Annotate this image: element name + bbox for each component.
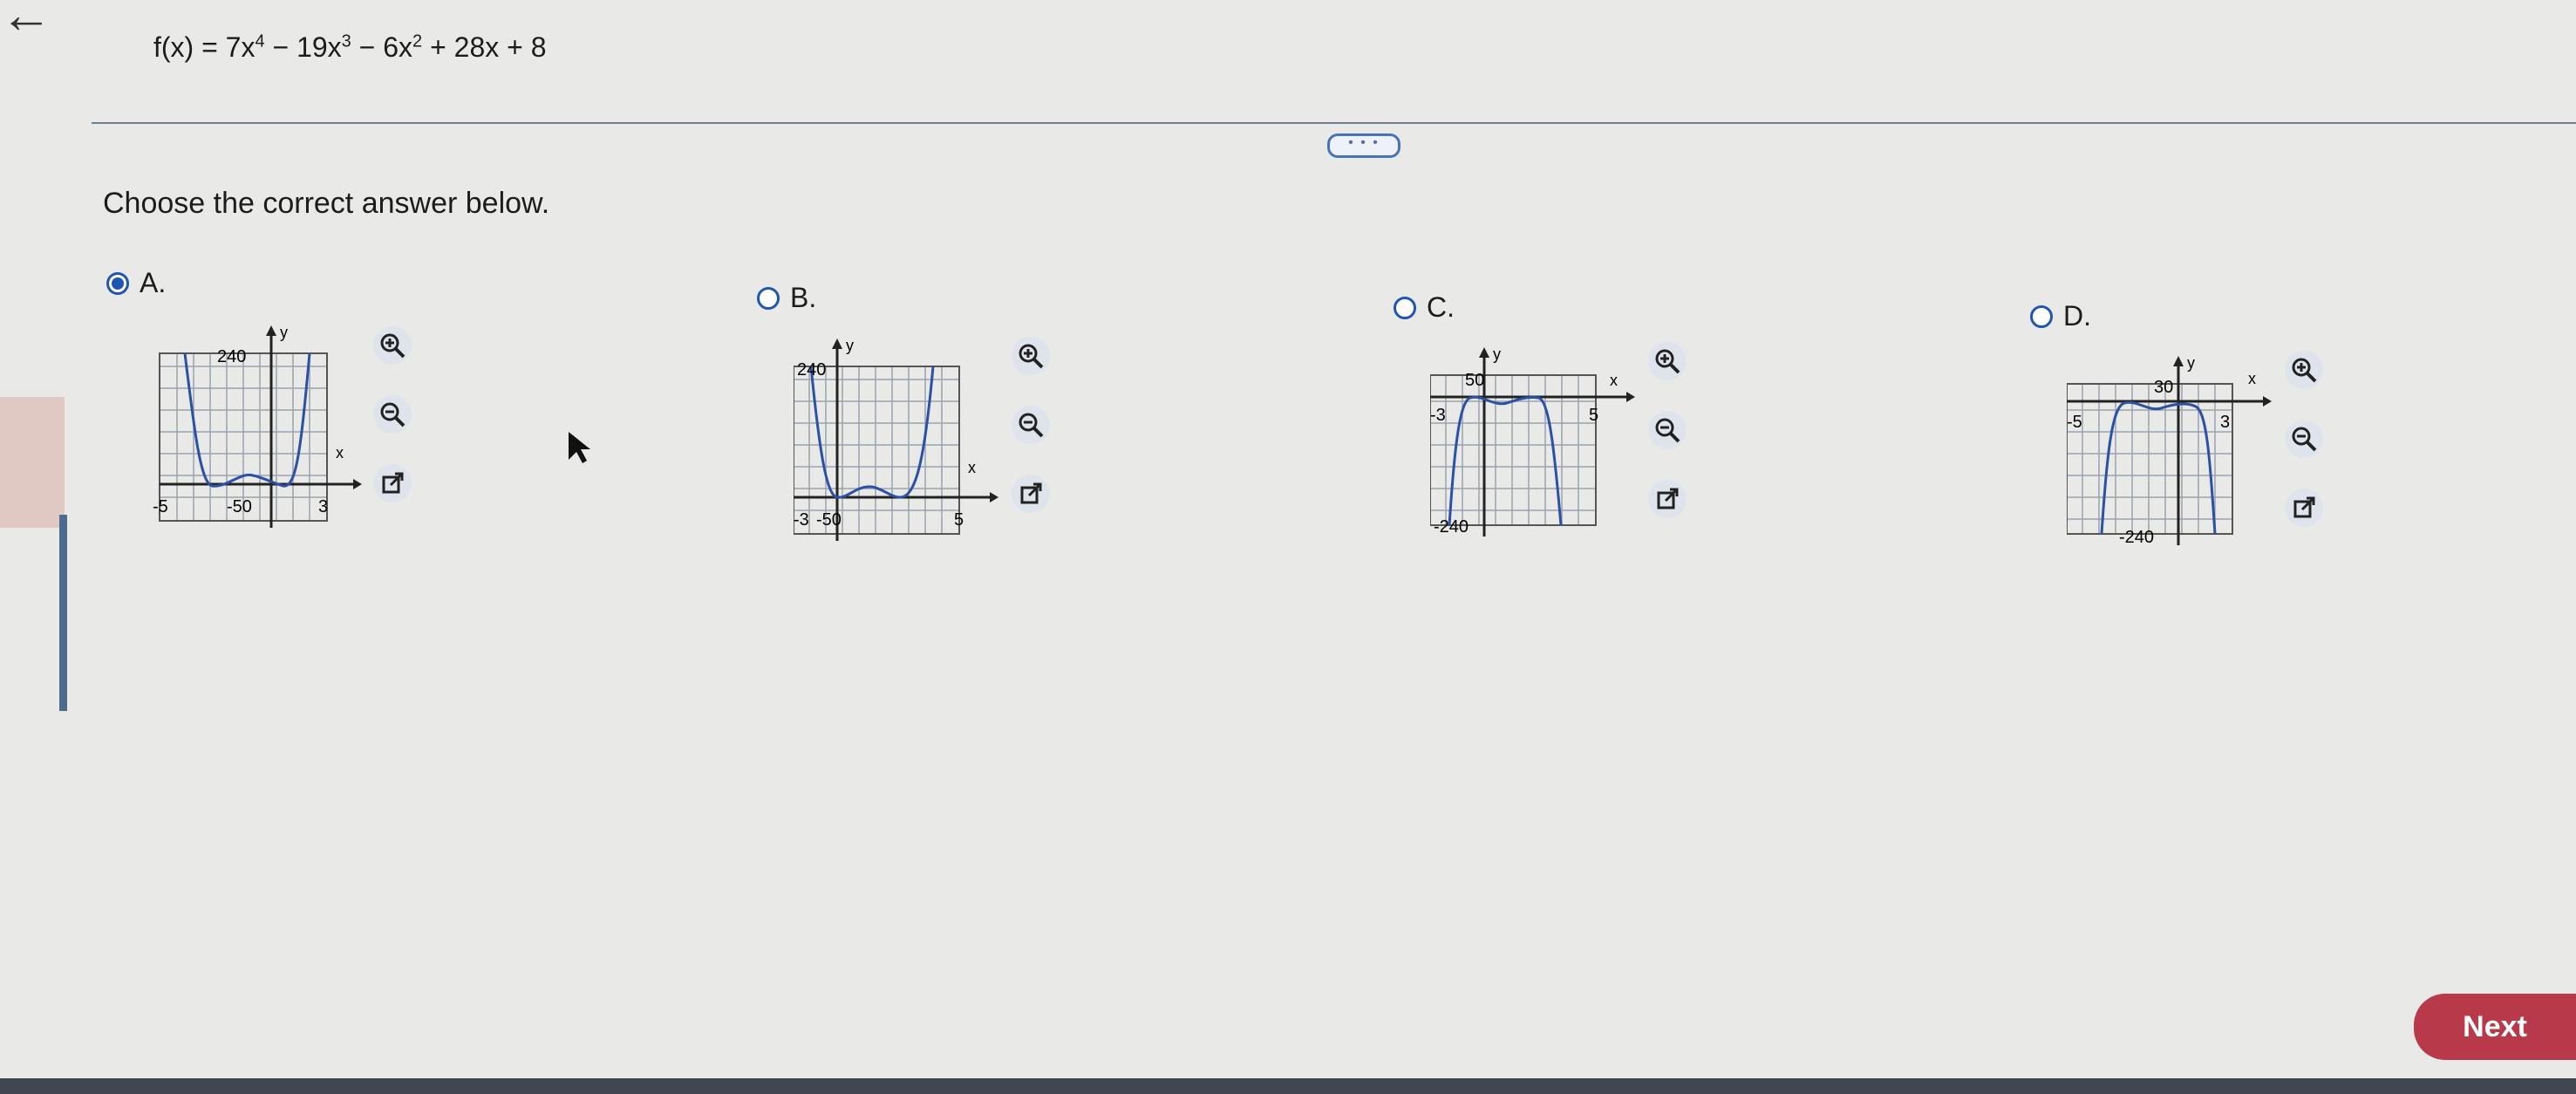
divider — [92, 122, 2576, 124]
zoom-out-icon[interactable] — [1648, 411, 1687, 449]
zoom-out-icon[interactable] — [1012, 406, 1050, 444]
y-max-label: 30 — [2154, 378, 2173, 397]
zoom-in-icon[interactable] — [2285, 351, 2323, 389]
y-min-label: -240 — [1434, 517, 1469, 537]
open-new-window-icon[interactable] — [2285, 489, 2323, 527]
expand-handle[interactable]: • • • — [1327, 133, 1400, 158]
x-axis-label: x — [2248, 370, 2256, 387]
graph-c: y 50 -240 -3 5 x — [1430, 345, 1635, 537]
side-accent — [0, 397, 65, 528]
radio-button-b[interactable] — [757, 286, 780, 310]
option-a[interactable]: A. — [106, 267, 166, 299]
option-label: A. — [140, 267, 167, 298]
option-b[interactable]: B. — [757, 282, 816, 314]
x-axis-label: x — [968, 459, 976, 476]
open-new-window-icon[interactable] — [373, 464, 412, 503]
tools-a — [373, 326, 412, 503]
side-bar — [59, 515, 67, 711]
graph-a: y 240 -50 -5 3 x — [153, 324, 362, 528]
open-new-window-icon[interactable] — [1648, 480, 1687, 518]
option-label: B. — [790, 282, 817, 313]
radio-button-a[interactable] — [106, 271, 129, 295]
y-axis-label: y — [846, 337, 854, 354]
zoom-out-icon[interactable] — [373, 395, 412, 434]
x-axis-label: x — [1610, 372, 1618, 389]
x-min-label: -5 — [2067, 413, 2082, 432]
open-new-window-icon[interactable] — [1012, 475, 1050, 513]
back-arrow-icon[interactable]: ← — [0, 0, 52, 44]
y-min-label: -50 — [816, 510, 842, 530]
option-c[interactable]: C. — [1394, 291, 1455, 324]
y-axis-label: y — [280, 324, 288, 341]
radio-button-c[interactable] — [1394, 296, 1416, 319]
graph-b: y 240 -50 -3 5 x — [794, 337, 998, 541]
zoom-in-icon[interactable] — [1012, 337, 1050, 375]
option-label: D. — [2063, 300, 2091, 332]
x-axis-label: x — [336, 444, 344, 462]
zoom-out-icon[interactable] — [2285, 420, 2323, 458]
x-min-label: -3 — [1430, 406, 1446, 425]
next-button[interactable]: Next — [2414, 994, 2576, 1060]
graph-d: y 30 -240 -5 3 x — [2067, 354, 2272, 547]
tools-c — [1648, 342, 1687, 518]
option-d[interactable]: D. — [2030, 300, 2091, 332]
tools-d — [2285, 351, 2323, 527]
y-axis-label: y — [1493, 345, 1501, 363]
y-min-label: -240 — [2119, 528, 2154, 547]
x-max-label: 3 — [318, 497, 328, 516]
function-expression: f(x) = 7x4 − 19x3 − 6x2 + 28x + 8 — [153, 31, 547, 63]
mouse-cursor-icon — [569, 432, 590, 463]
zoom-in-icon[interactable] — [1648, 342, 1687, 380]
x-min-label: -3 — [794, 510, 809, 530]
zoom-in-icon[interactable] — [373, 326, 412, 365]
x-max-label: 5 — [954, 510, 964, 530]
y-max-label: 240 — [217, 347, 246, 366]
question-prompt: Choose the correct answer below. — [103, 187, 550, 220]
bottom-bar — [0, 1078, 2576, 1094]
y-min-label: -50 — [227, 497, 252, 516]
y-max-label: 240 — [797, 360, 826, 379]
x-min-label: -5 — [153, 497, 168, 516]
x-max-label: 5 — [1589, 406, 1598, 425]
tools-b — [1012, 337, 1050, 513]
option-label: C. — [1427, 291, 1455, 323]
y-max-label: 50 — [1465, 371, 1484, 390]
y-axis-label: y — [2187, 354, 2195, 372]
radio-button-d[interactable] — [2030, 304, 2053, 328]
x-max-label: 3 — [2220, 413, 2230, 432]
